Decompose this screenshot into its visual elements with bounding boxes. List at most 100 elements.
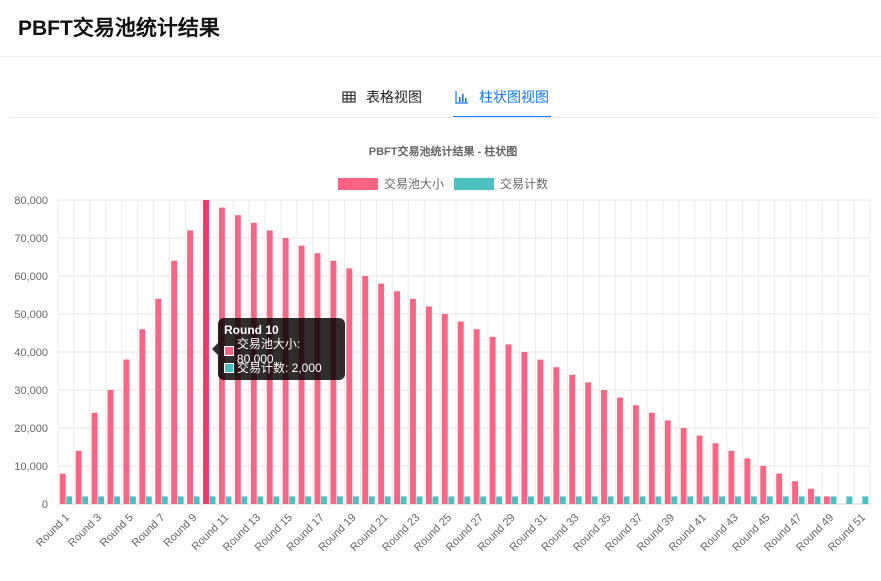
bar-tx-count: [114, 496, 120, 504]
bar-pool-size: [712, 443, 719, 504]
bar-pool-size: [601, 390, 607, 504]
tooltip-row-count: 交易计数: 2,000: [224, 359, 339, 376]
bar-pool-size: [91, 412, 98, 504]
legend-swatch-1: [454, 178, 494, 190]
y-tick-label: 20,000: [14, 423, 48, 435]
bar-pool-size: [346, 268, 353, 504]
bar-tx-count: [703, 496, 710, 504]
bar-pool-size: [808, 488, 814, 504]
bar-tx-count: [416, 496, 423, 504]
bar-tx-count: [400, 496, 407, 504]
bar-tx-count: [177, 496, 184, 504]
bar-tx-count: [862, 496, 869, 504]
bar-pool-size: [75, 450, 82, 504]
bar-tx-count: [734, 496, 741, 504]
x-tick-label: Round 3: [66, 512, 104, 550]
bar-tx-count: [432, 496, 439, 504]
bar-tx-count: [129, 496, 136, 504]
bar-pool-size: [139, 329, 146, 504]
bar-pool-size: [59, 473, 66, 504]
bar-tx-count: [655, 496, 662, 504]
bar-tx-count: [336, 496, 343, 504]
bar-pool-size: [330, 260, 337, 504]
bar-pool-size: [489, 336, 496, 504]
bar-pool-size: [521, 352, 528, 504]
chart-title: PBFT交易池统计结果 - 柱状图: [369, 144, 518, 158]
y-tick-label: 80,000: [14, 195, 48, 207]
bar-tx-count: [448, 496, 455, 504]
bar-tx-count: [496, 496, 503, 504]
bar-pool-size: [362, 276, 369, 504]
bar-tx-count: [161, 496, 168, 504]
bar-pool-size: [617, 397, 623, 504]
bar-pool-size: [378, 283, 385, 504]
tooltip-swatch-pool: [224, 345, 234, 356]
bar-tx-count: [305, 496, 311, 504]
y-tick-label: 30,000: [14, 385, 48, 397]
y-tick-label: 50,000: [14, 309, 48, 321]
y-tick-label: 10,000: [14, 461, 48, 473]
bar-pool-size: [123, 359, 130, 504]
bar-tx-count: [719, 496, 725, 504]
bar-pool-size: [107, 390, 114, 504]
legend-swatch-0: [338, 178, 378, 190]
bar-tx-count: [559, 496, 566, 504]
bar-tx-count: [671, 496, 678, 504]
bar-pool-size: [744, 458, 751, 504]
bar-pool-size: [155, 298, 162, 504]
bar-tx-count: [830, 496, 837, 504]
bar-tx-count: [750, 496, 757, 504]
bar-pool-size: [537, 359, 544, 504]
bar-chart: PBFT交易池统计结果 - 柱状图交易池大小 交易计数 0 10,000 20,000 3…: [14, 144, 871, 554]
bar-pool-size: [553, 367, 560, 504]
bar-pool-size: [187, 230, 194, 504]
bar-tx-count: [687, 496, 694, 504]
bar-tx-count: [464, 496, 471, 504]
bar-tx-count: [591, 496, 598, 504]
y-tick-label: 60,000: [14, 271, 48, 283]
bar-tx-count: [82, 496, 89, 504]
bar-tx-count: [766, 496, 773, 504]
bar-tx-count: [798, 496, 805, 504]
bar-tx-count: [607, 496, 614, 504]
x-tick-label: Round 7: [130, 512, 168, 550]
bar-tx-count: [639, 496, 646, 504]
bar-tx-count: [209, 496, 216, 504]
x-tick-label: Round 5: [98, 512, 136, 550]
bar-tx-count: [273, 496, 280, 504]
bar-pool-size: [585, 382, 592, 504]
bar-tx-count: [241, 496, 248, 504]
bar-pool-size: [680, 428, 687, 504]
bar-pool-size: [425, 306, 432, 504]
bar-pool-size: [171, 260, 178, 504]
bar-tx-count: [193, 496, 200, 504]
bar-pool-size: [776, 473, 783, 504]
bar-tx-count: [528, 496, 534, 504]
bar-pool-size: [457, 321, 464, 504]
bar-tx-count: [846, 496, 853, 504]
bar-tx-count: [575, 496, 582, 504]
tooltip-swatch-count: [224, 362, 234, 373]
bar-pool-size: [410, 298, 416, 504]
bar-pool-size: [505, 344, 512, 504]
bar-pool-size: [728, 450, 735, 504]
y-tick-label: 40,000: [14, 347, 48, 359]
legend-label-0: 交易池大小: [384, 176, 444, 191]
y-tick-label: 70,000: [14, 233, 48, 245]
bar-tx-count: [225, 496, 232, 504]
bar-tx-count: [145, 496, 152, 504]
bar-pool-size: [632, 405, 639, 504]
bar-tx-count: [384, 496, 391, 504]
chart-tooltip: Round 10 交易池大小: 80,000 交易计数: 2,000: [212, 318, 345, 380]
bar-pool-size: [569, 374, 576, 504]
bar-pool-size: [823, 496, 830, 504]
bar-pool-size: [441, 314, 448, 504]
bar-tx-count: [623, 496, 630, 504]
tooltip-row-count-label: 交易计数: 2,000: [237, 361, 322, 375]
bar-tx-count: [321, 496, 327, 504]
bar-tx-count: [480, 496, 487, 504]
bar-tx-count: [543, 496, 550, 504]
bar-pool-size: [394, 291, 400, 504]
bar-tx-count: [257, 496, 264, 504]
bar-pool-size: [664, 420, 671, 504]
